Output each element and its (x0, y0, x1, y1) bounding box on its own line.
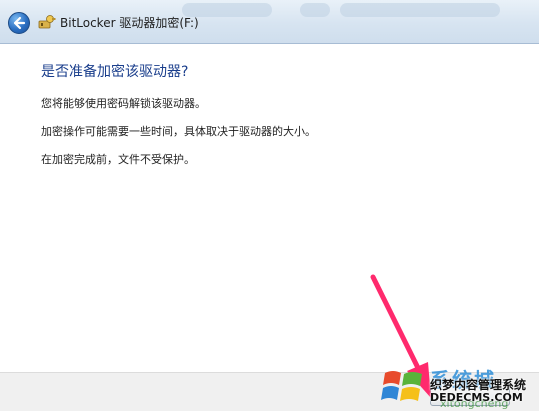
watermark-url: DEDECMS.COM (430, 391, 523, 404)
watermark-windows-logo-icon (381, 371, 422, 401)
pointer-arrow-annotation (370, 274, 431, 398)
